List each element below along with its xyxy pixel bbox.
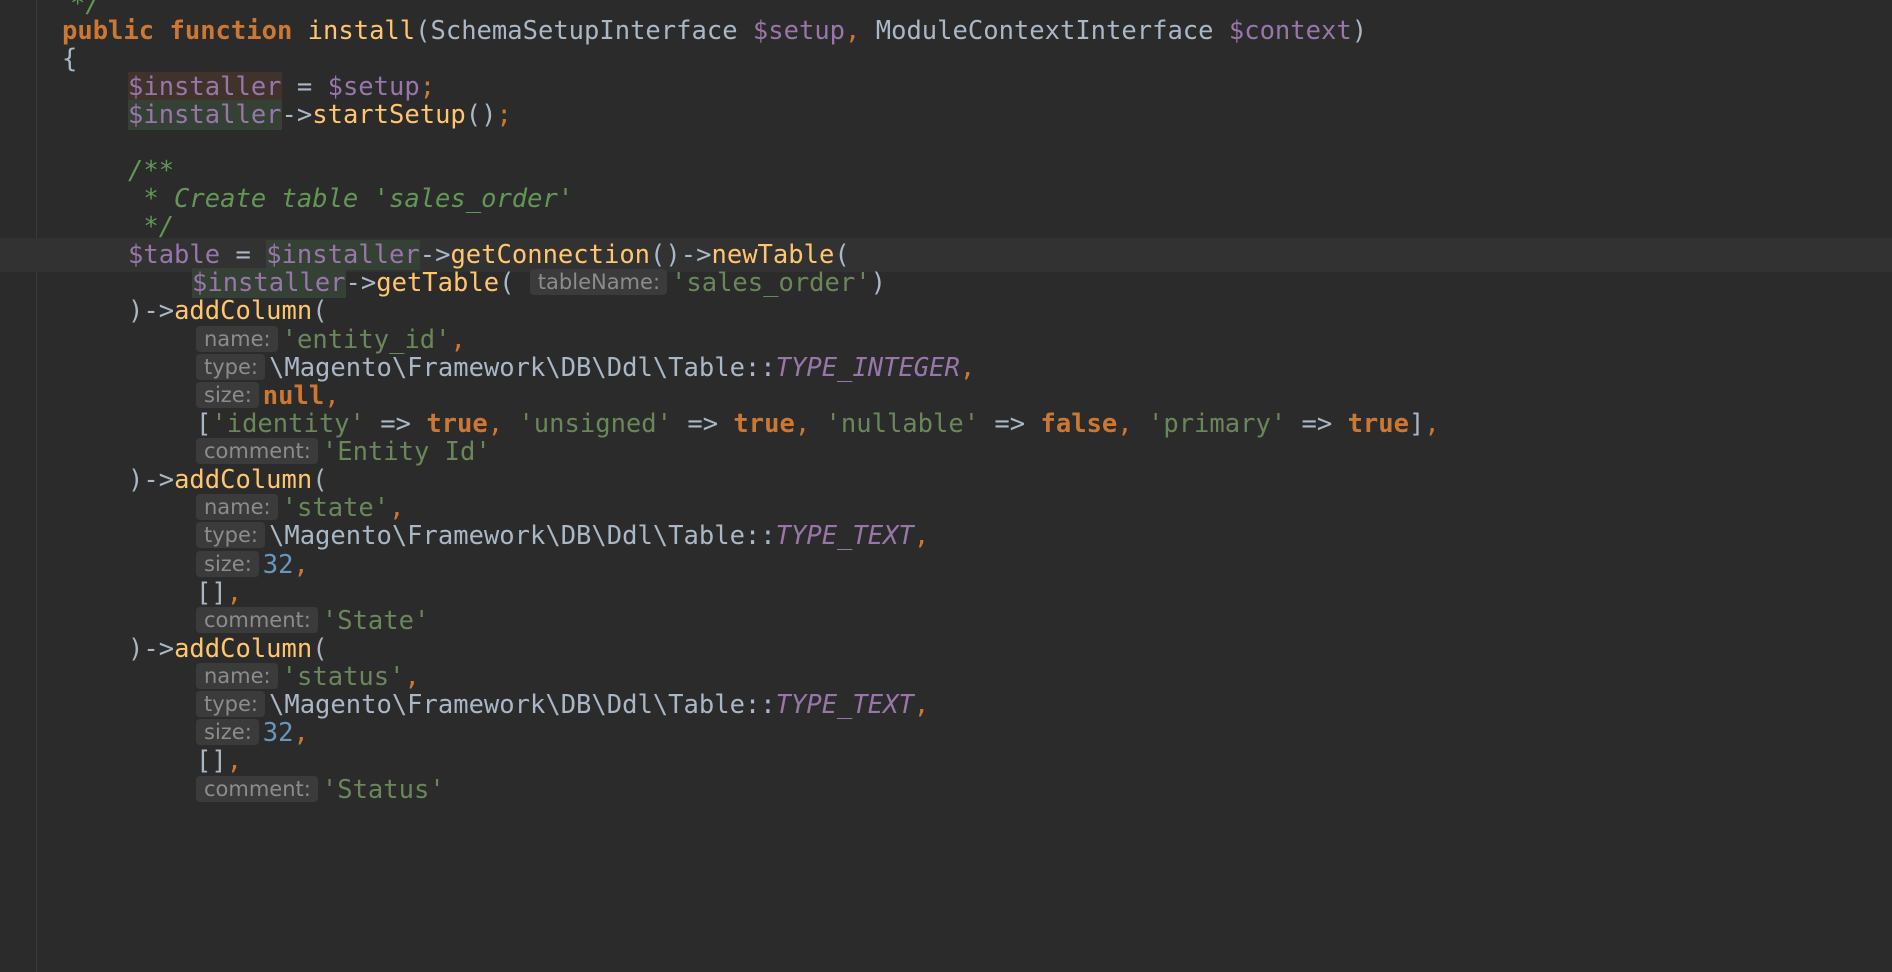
parameter-hint: type: [196,522,265,548]
parameter-hint: name: [196,494,278,520]
code-token: , [226,746,243,776]
parameter-hint: size: [196,719,259,745]
code-line[interactable]: comment: 'Status' [0,773,1892,807]
parameter-hint: comment: [196,607,318,633]
code-token: ( [312,296,328,326]
code-token: [] [196,746,227,776]
parameter-hint: name: [196,326,278,352]
code-editor[interactable]: */public function install(SchemaSetupInt… [0,0,1892,972]
parameter-hint: type: [196,691,265,717]
code-token: , [913,521,930,551]
parameter-hint: name: [196,663,278,689]
parameter-hint: size: [196,551,259,577]
code-token: addColumn [174,296,313,326]
parameter-hint: size: [196,382,259,408]
code-token: \Magento\Framework\DB\Ddl\Table:: [269,521,776,551]
parameter-hint: tableName: [529,269,668,295]
parameter-hint: comment: [196,438,318,464]
code-token: TYPE_TEXT [775,521,914,551]
code-token: )-> [128,296,175,326]
parameter-hint: type: [196,354,265,380]
parameter-hint: comment: [196,776,318,802]
code-token: 'Status' [321,775,445,805]
